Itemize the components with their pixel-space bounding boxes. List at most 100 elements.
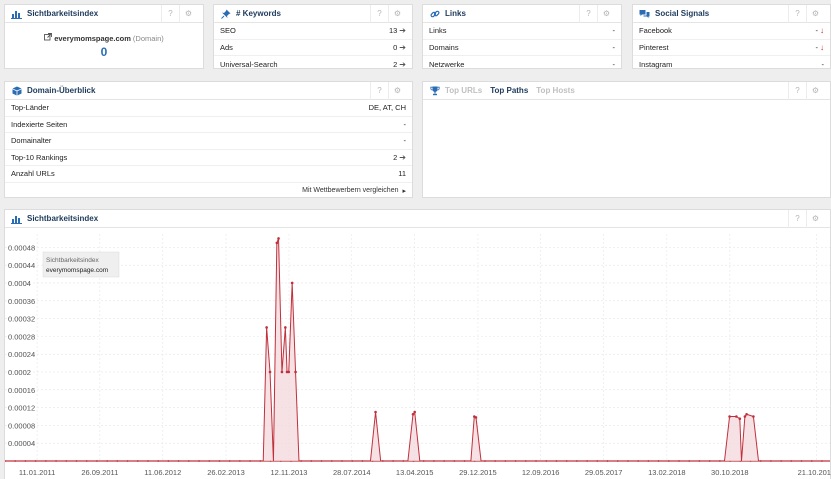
arrow-right-icon[interactable]: ➔ [399, 60, 406, 69]
row-label: SEO [220, 26, 236, 36]
zero-point [800, 460, 803, 462]
y-tick-label: 0.00008 [8, 421, 35, 430]
tab-top-paths[interactable]: Top Paths [490, 86, 528, 95]
x-tick-label: 12.09.2016 [522, 468, 560, 477]
arrow-right-icon[interactable]: ➔ [399, 43, 406, 52]
x-tick-label: 26.09.2011 [81, 468, 118, 477]
compare-competitors-link[interactable]: Mit Wettbewerbern vergleichen [302, 187, 398, 194]
help-button[interactable]: ? [161, 4, 179, 23]
domain-link[interactable]: everymomspage.com [54, 34, 131, 43]
overview-row-urls: Anzahl URLs 11 [5, 166, 412, 183]
settings-icon[interactable]: ⚙ [388, 81, 406, 100]
visibility-chart-panel: Sichtbarkeitsindex ? ⚙ 0.00004 0.00008 0.0… [4, 209, 831, 479]
row-label: Ads [220, 42, 233, 52]
y-tick-label: 0.0004 [8, 279, 31, 288]
links-row-domains: Domains - [423, 40, 621, 56]
x-tick-label: 21.10.2019 [798, 468, 831, 477]
social-panel-header: Social Signals ? ⚙ [633, 4, 830, 23]
row-value: - [403, 119, 407, 129]
overview-row-top10[interactable]: Top-10 Rankings 2 ➔ [5, 150, 412, 166]
zero-point [24, 460, 27, 462]
row-label: Anzahl URLs [11, 169, 55, 179]
settings-icon[interactable]: ⚙ [388, 4, 406, 23]
row-label: Domainalter [11, 136, 52, 146]
compare-footer: Mit Wettbewerbern vergleichen ▸ [5, 183, 412, 199]
data-point [735, 415, 738, 418]
zero-point [810, 460, 813, 462]
row-value: 13 [388, 26, 398, 36]
visibility-value: 0 [100, 45, 108, 59]
visibility-panel: Sichtbarkeitsindex ? ⚙ everymomspage.com… [4, 4, 204, 69]
zero-point [85, 460, 88, 462]
visibility-body: everymomspage.com (Domain) 0 [5, 23, 203, 59]
domain-type: (Domain) [132, 33, 164, 43]
row-label: Netzwerke [429, 59, 465, 69]
arrow-right-icon[interactable]: ➔ [399, 153, 406, 162]
zero-point [208, 460, 211, 462]
data-point [752, 415, 755, 418]
x-tick-label: 13.04.2015 [396, 468, 434, 477]
help-button[interactable]: ? [370, 81, 388, 100]
caret-right-icon[interactable]: ▸ [402, 187, 406, 195]
social-row-pinterest: Pinterest - ↓ [633, 40, 830, 56]
visibility-chart[interactable]: 0.00004 0.00008 0.00012 0.00016 0.0002 0.0002… [4, 228, 831, 479]
chart-panel-header: Sichtbarkeitsindex ? ⚙ [5, 209, 830, 228]
zero-point [157, 460, 160, 462]
zero-point [228, 460, 231, 462]
cube-icon [11, 85, 22, 96]
zero-point [116, 460, 119, 462]
settings-icon[interactable]: ⚙ [179, 4, 197, 23]
data-point [743, 415, 747, 418]
zero-point [44, 460, 47, 462]
tab-top-urls[interactable]: Top URLs [445, 86, 482, 95]
row-label: Domains [429, 42, 459, 52]
row-value: - [612, 42, 616, 52]
zero-point [249, 460, 251, 462]
help-button[interactable]: ? [788, 81, 806, 100]
y-tick-label: 0.00036 [8, 297, 35, 306]
zero-point [187, 460, 190, 462]
data-point [728, 415, 731, 418]
x-tick-label: 13.02.2018 [648, 468, 686, 477]
data-point [745, 412, 748, 416]
settings-icon[interactable]: ⚙ [806, 4, 824, 23]
zero-point [177, 460, 180, 462]
row-value: 2 [393, 59, 398, 69]
arrow-down-icon: ↓ [820, 26, 824, 36]
row-label: Instagram [639, 59, 673, 69]
data-point [738, 417, 742, 421]
zero-point [96, 460, 98, 462]
pushpin-icon [220, 8, 231, 19]
data-point [280, 370, 284, 374]
help-button[interactable]: ? [370, 4, 388, 23]
row-value: - [612, 59, 616, 69]
keyword-row-universal[interactable]: Universal-Search 2 ➔ [214, 56, 412, 73]
help-button[interactable]: ? [788, 4, 806, 23]
x-tick-label: 11.01.2011 [19, 468, 55, 477]
keyword-row-ads[interactable]: Ads 0 ➔ [214, 40, 412, 56]
zero-point [770, 460, 772, 462]
y-tick-label: 0.00032 [8, 315, 35, 324]
y-tick-label: 0.00028 [8, 332, 35, 341]
x-tick-label: 29.05.2017 [585, 468, 623, 477]
y-tick-label: 0.00016 [8, 386, 35, 395]
arrow-right-icon[interactable]: ➔ [399, 26, 406, 35]
settings-icon[interactable]: ⚙ [806, 209, 824, 228]
help-button[interactable]: ? [788, 209, 806, 228]
zero-point [75, 460, 78, 462]
links-row-links: Links - [423, 23, 621, 40]
settings-icon[interactable]: ⚙ [806, 81, 824, 100]
help-button[interactable]: ? [579, 4, 597, 23]
data-point [284, 326, 287, 329]
y-tick-label: 0.00012 [8, 404, 35, 413]
zero-point [106, 460, 109, 462]
tab-top-hosts[interactable]: Top Hosts [536, 86, 575, 95]
overview-row-indexed: Indexierte Seiten - [5, 117, 412, 133]
zero-point [198, 460, 200, 462]
keyword-row-seo[interactable]: SEO 13 ➔ [214, 23, 412, 40]
settings-icon[interactable]: ⚙ [597, 4, 615, 23]
panel-title: Sichtbarkeitsindex [27, 9, 99, 18]
row-value: 11 [398, 169, 406, 179]
zero-point [147, 460, 149, 462]
external-link-icon[interactable] [44, 33, 53, 43]
